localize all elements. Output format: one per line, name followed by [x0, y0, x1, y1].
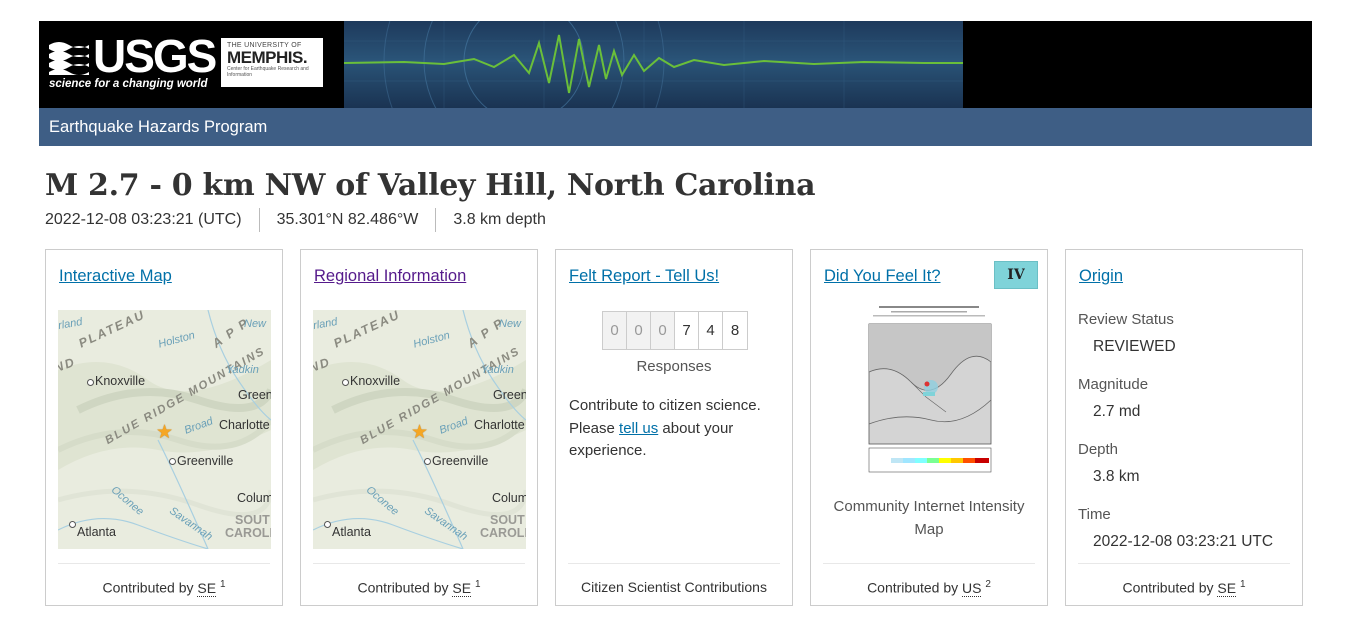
network-code[interactable]: SE — [452, 579, 472, 597]
map-label-knoxville: Knoxville — [95, 374, 146, 388]
card-footer: Contributed by US 2 — [823, 563, 1035, 606]
memphis-line2: MEMPHIS. — [227, 48, 308, 67]
site-header: USGS science for a changing world THE UN… — [39, 21, 1312, 146]
map-label-south-carolina: SOUT — [490, 513, 525, 527]
card-interactive-map: Interactive Map ND PLATEAU A P P BLUE RI… — [45, 249, 283, 606]
city-dot — [424, 458, 431, 465]
contributed-by-label: Contributed by — [867, 579, 959, 596]
map-label-yadkin: Yadkin — [481, 364, 514, 376]
map-label-green: Green — [493, 388, 526, 402]
program-nav-link[interactable]: Earthquake Hazards Program — [39, 108, 1312, 146]
divider — [435, 208, 437, 232]
counter-digit: 7 — [675, 312, 699, 349]
depth-label: Depth — [1078, 441, 1119, 458]
counter-digit: 0 — [651, 312, 675, 349]
card-did-you-feel-it: Did You Feel It? IV Community Internet I… — [810, 249, 1048, 606]
network-footnote[interactable]: 1 — [1240, 579, 1246, 590]
counter-digit: 4 — [699, 312, 723, 349]
network-code[interactable]: SE — [197, 579, 217, 597]
map-label-knoxville: Knoxville — [350, 374, 401, 388]
map-label-greenville: Greenville — [432, 454, 489, 468]
review-status-label: Review Status — [1078, 311, 1174, 328]
magnitude-label: Magnitude — [1078, 376, 1149, 393]
city-dot — [342, 379, 349, 386]
depth-value: 3.8 km — [1093, 468, 1140, 485]
cii-map-thumbnail[interactable] — [851, 302, 1006, 478]
counter-digit: 0 — [603, 312, 627, 349]
regional-map-thumbnail[interactable]: ND PLATEAU A P P BLUE RIDGE MOUNTAINS rl… — [313, 310, 526, 549]
map-label-charlotte: Charlotte — [474, 418, 525, 432]
interactive-map-link[interactable]: Interactive Map — [59, 267, 172, 286]
map-label-new: New — [499, 318, 522, 330]
contributed-by-label: Contributed by — [102, 579, 194, 596]
seismogram-banner-image — [344, 21, 963, 108]
card-footer: Contributed by SE 1 — [313, 563, 525, 606]
network-footnote[interactable]: 1 — [220, 579, 226, 590]
page-title: M 2.7 - 0 km NW of Valley Hill, North Ca… — [45, 168, 816, 203]
divider — [258, 208, 260, 232]
map-label-columbia: Colum — [492, 491, 526, 505]
map-label-south-carolina: SOUT — [235, 513, 270, 527]
magnitude-value: 2.7 md — [1093, 403, 1141, 420]
tell-us-link[interactable]: tell us — [619, 420, 658, 437]
card-footer: Citizen Scientist Contributions — [568, 563, 780, 606]
felt-report-description: Contribute to citizen science. Please te… — [569, 395, 782, 463]
response-counter: 0 0 0 7 4 8 — [602, 311, 748, 350]
origin-details: Review Status REVIEWED Magnitude 2.7 md … — [1078, 311, 1273, 571]
counter-digit: 8 — [723, 312, 747, 349]
network-footnote[interactable]: 1 — [475, 579, 481, 590]
felt-report-link[interactable]: Felt Report - Tell Us! — [569, 267, 719, 286]
header-banner: USGS science for a changing world THE UN… — [39, 21, 1312, 108]
map-label-south-carolina-2: CAROLI — [225, 526, 271, 540]
intensity-badge: IV — [994, 261, 1038, 289]
interactive-map-thumbnail[interactable]: ND PLATEAU A P P BLUE RIDGE MOUNTAINS rl… — [58, 310, 271, 549]
network-footnote[interactable]: 2 — [985, 579, 991, 590]
map-label-greenville: Greenville — [177, 454, 234, 468]
city-dot — [69, 521, 76, 528]
map-label-atlanta: Atlanta — [77, 525, 116, 539]
time-label: Time — [1078, 506, 1111, 523]
contributed-by-label: Contributed by — [357, 579, 449, 596]
memphis-logo[interactable]: THE UNIVERSITY OF MEMPHIS. Center for Ea… — [221, 38, 323, 87]
cii-map-caption: Community Internet Intensity Map — [833, 498, 1025, 538]
contributed-by-label: Contributed by — [1122, 579, 1214, 596]
map-label-south-carolina-2: CAROLI — [480, 526, 526, 540]
epicenter-star-icon: ★ — [411, 422, 429, 443]
counter-digit: 0 — [627, 312, 651, 349]
cii-map-graphic — [851, 302, 1006, 478]
card-origin: Origin Review Status REVIEWED Magnitude … — [1065, 249, 1303, 606]
city-dot — [324, 521, 331, 528]
usgs-logo[interactable]: USGS science for a changing world — [47, 33, 217, 93]
event-depth: 3.8 km depth — [453, 211, 546, 228]
card-footer: Contributed by SE 1 — [58, 563, 270, 606]
usgs-wave-icon — [49, 42, 89, 75]
responses-label: Responses — [636, 358, 712, 375]
memphis-line3: Center for Earthquake Research and Infor… — [227, 66, 309, 78]
regional-information-link[interactable]: Regional Information — [314, 267, 466, 286]
usgs-tagline: science for a changing world — [49, 78, 208, 90]
event-location: 35.301°N 82.486°W — [276, 211, 419, 228]
time-value: 2022-12-08 03:23:21 UTC — [1093, 533, 1274, 550]
map-label-atlanta: Atlanta — [332, 525, 371, 539]
citizen-scientist-label: Citizen Scientist Contributions — [581, 579, 767, 595]
usgs-wordmark: USGS — [93, 30, 217, 82]
card-footer: Contributed by SE 1 — [1078, 563, 1290, 606]
map-label-yadkin: Yadkin — [226, 364, 259, 376]
event-summary: 2022-12-08 03:23:21 (UTC) 35.301°N 82.48… — [45, 208, 546, 232]
city-dot — [169, 458, 176, 465]
network-code[interactable]: SE — [1217, 579, 1237, 597]
map-label-new: New — [244, 318, 267, 330]
did-you-feel-it-link[interactable]: Did You Feel It? — [824, 267, 941, 286]
origin-link[interactable]: Origin — [1079, 267, 1123, 286]
review-status-value: REVIEWED — [1093, 338, 1176, 355]
event-time: 2022-12-08 03:23:21 (UTC) — [45, 211, 242, 228]
network-code[interactable]: US — [962, 579, 982, 597]
card-regional-information: Regional Information ND PLATEAU A P P BL… — [300, 249, 538, 606]
map-label-green: Green — [238, 388, 271, 402]
map-label-columbia: Colum — [237, 491, 271, 505]
map-label-charlotte: Charlotte — [219, 418, 270, 432]
card-felt-report: Felt Report - Tell Us! 0 0 0 7 4 8 Respo… — [555, 249, 793, 606]
city-dot — [87, 379, 94, 386]
epicenter-star-icon: ★ — [156, 422, 174, 443]
